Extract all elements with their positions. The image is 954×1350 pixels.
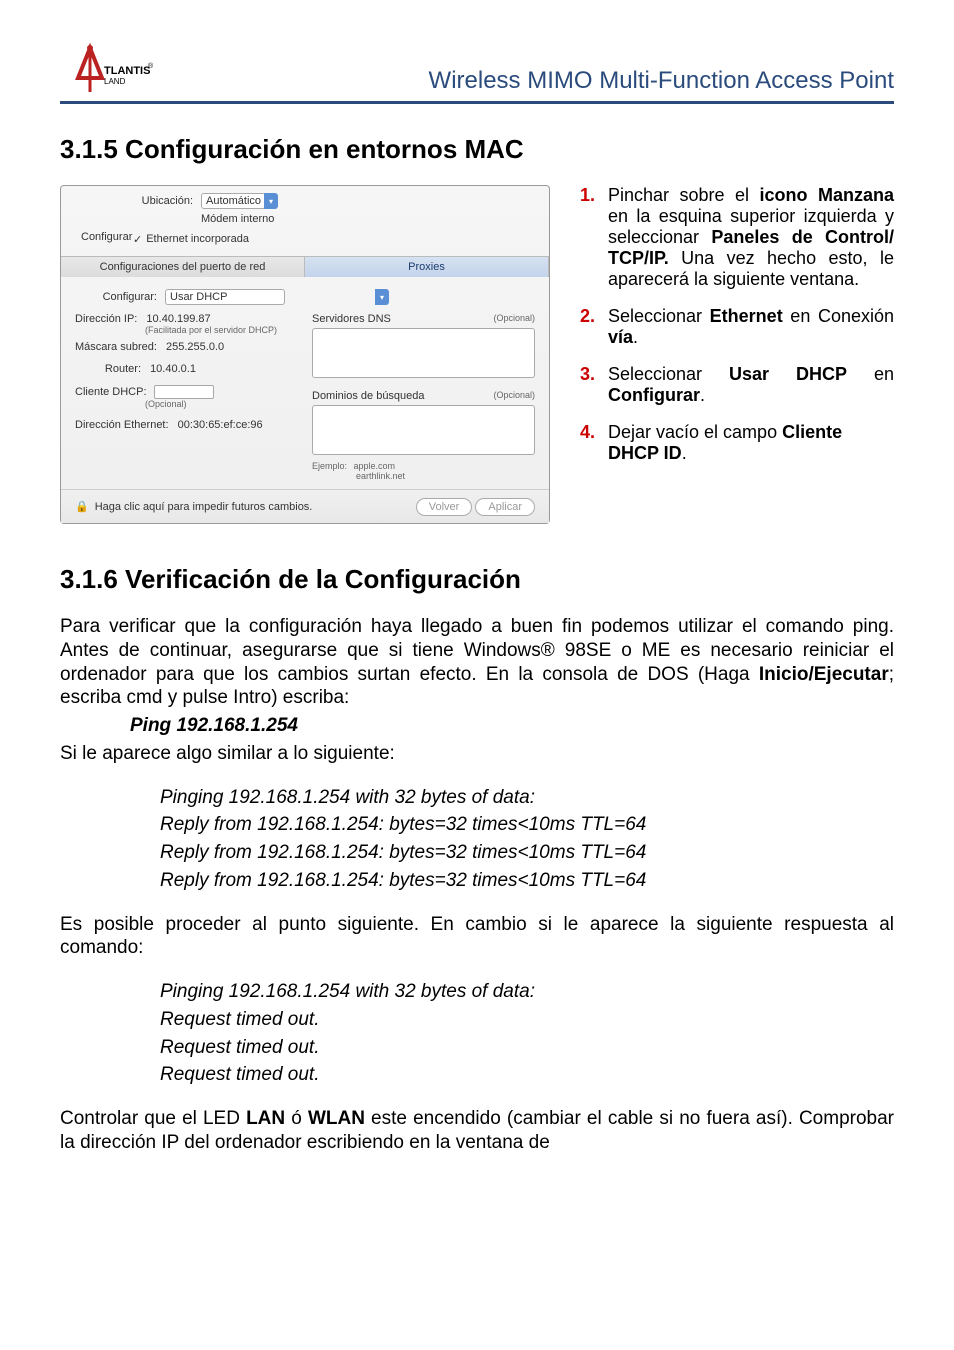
ubicacion-select[interactable]: Automático bbox=[201, 193, 266, 209]
svg-text:®: ® bbox=[148, 62, 154, 70]
svg-text:LAND: LAND bbox=[104, 77, 126, 86]
ubicacion-label: Ubicación: bbox=[71, 195, 201, 207]
ejemplo-label: Ejemplo: bbox=[312, 461, 347, 471]
configurar-select[interactable]: Usar DHCP bbox=[165, 289, 285, 305]
step-1: 1. Pinchar sobre el icono Manzana en la … bbox=[580, 185, 894, 290]
brand-logo: TLANTIS LAND ® bbox=[60, 40, 160, 95]
step-4: 4. Dejar vacío el campo Cliente DHCP ID. bbox=[580, 422, 894, 464]
mac-config-row: Ubicación: Automático ▾ Módem interno Co… bbox=[60, 185, 894, 524]
tab-proxies[interactable]: Proxies bbox=[305, 257, 549, 277]
svg-text:TLANTIS: TLANTIS bbox=[104, 65, 150, 77]
instructions-list: 1. Pinchar sobre el icono Manzana en la … bbox=[580, 185, 894, 524]
cliente-dhcp-input[interactable] bbox=[154, 385, 214, 399]
ping-reply: Reply from 192.168.1.254: bytes=32 times… bbox=[160, 869, 894, 893]
mascara-value: 255.255.0.0 bbox=[166, 341, 224, 353]
configurar2-label: Configurar: bbox=[75, 291, 165, 303]
step-number: 4. bbox=[580, 422, 608, 464]
modem-option: Módem interno bbox=[201, 213, 274, 225]
timeout: Request timed out. bbox=[160, 1008, 894, 1032]
mac-tabbar: Configuraciones del puerto de red Proxie… bbox=[61, 256, 549, 277]
ethernet-option[interactable]: Ethernet incorporada bbox=[146, 233, 249, 245]
section-316-heading: 3.1.6 Verificación de la Configuración bbox=[60, 564, 894, 595]
direccion-ip-value: 10.40.199.87 bbox=[146, 313, 210, 325]
opcional-note2: (Opcional) bbox=[493, 313, 535, 325]
p1: Para verificar que la configuración haya… bbox=[60, 615, 894, 710]
direccion-eth-value: 00:30:65:ef:ce:96 bbox=[178, 419, 263, 431]
router-label: Router: bbox=[75, 363, 141, 375]
volver-button[interactable]: Volver bbox=[416, 498, 473, 516]
header-title: Wireless MIMO Multi-Function Access Poin… bbox=[429, 67, 894, 95]
ping-command: Ping 192.168.1.254 bbox=[130, 714, 894, 738]
router-value: 10.40.0.1 bbox=[150, 363, 196, 375]
ping-fail-block: Pinging 192.168.1.254 with 32 bytes of d… bbox=[60, 980, 894, 1087]
chevron-down-icon[interactable]: ▾ bbox=[375, 289, 389, 305]
step-3: 3. Seleccionar Usar DHCP en Configurar. bbox=[580, 364, 894, 406]
lock-text[interactable]: Haga clic aquí para impedir futuros camb… bbox=[95, 501, 313, 513]
opcional-note3: (Opcional) bbox=[493, 390, 535, 402]
tab-config[interactable]: Configuraciones del puerto de red bbox=[61, 257, 305, 277]
mascara-label: Máscara subred: bbox=[75, 341, 157, 353]
p3: Es posible proceder al punto siguiente. … bbox=[60, 913, 894, 961]
direccion-ip-label: Dirección IP: bbox=[75, 313, 137, 325]
opcional-note1: (Opcional) bbox=[145, 399, 298, 409]
page-header: TLANTIS LAND ® Wireless MIMO Multi-Funct… bbox=[60, 40, 894, 104]
ping-header: Pinging 192.168.1.254 with 32 bytes of d… bbox=[160, 786, 894, 810]
ping-success-block: Pinging 192.168.1.254 with 32 bytes of d… bbox=[60, 786, 894, 893]
dns-list[interactable] bbox=[312, 328, 535, 378]
timeout: Request timed out. bbox=[160, 1036, 894, 1060]
aplicar-button[interactable]: Aplicar bbox=[475, 498, 535, 516]
atlantis-logo-icon: TLANTIS LAND ® bbox=[60, 40, 160, 95]
ejemplo1: apple.com bbox=[354, 461, 396, 471]
ejemplo2: earthlink.net bbox=[356, 471, 405, 481]
timeout: Request timed out. bbox=[160, 1063, 894, 1087]
dominios-list[interactable] bbox=[312, 405, 535, 455]
p2: Si le aparece algo similar a lo siguient… bbox=[60, 742, 894, 766]
ping-reply: Reply from 192.168.1.254: bytes=32 times… bbox=[160, 841, 894, 865]
check-icon: ✓ bbox=[133, 233, 142, 246]
step-number: 3. bbox=[580, 364, 608, 406]
cliente-dhcp-label: Cliente DHCP: bbox=[75, 386, 147, 398]
ping-reply: Reply from 192.168.1.254: bytes=32 times… bbox=[160, 813, 894, 837]
step-number: 1. bbox=[580, 185, 608, 290]
p4: Controlar que el LED LAN ó WLAN este enc… bbox=[60, 1107, 894, 1155]
lock-icon[interactable]: 🔒 bbox=[75, 500, 89, 513]
dominios-label: Dominios de búsqueda bbox=[312, 390, 425, 402]
chevron-down-icon[interactable]: ▾ bbox=[264, 193, 278, 209]
step-number: 2. bbox=[580, 306, 608, 348]
direccion-eth-label: Dirección Ethernet: bbox=[75, 419, 169, 431]
servidores-dns-label: Servidores DNS bbox=[312, 313, 391, 325]
mac-tcpip-panel: Ubicación: Automático ▾ Módem interno Co… bbox=[60, 185, 550, 524]
facilitada-note: (Facilitada por el servidor DHCP) bbox=[145, 325, 298, 335]
step-2: 2. Seleccionar Ethernet en Conexión vía. bbox=[580, 306, 894, 348]
ping-header2: Pinging 192.168.1.254 with 32 bytes of d… bbox=[160, 980, 894, 1004]
section-315-heading: 3.1.5 Configuración en entornos MAC bbox=[60, 134, 894, 165]
